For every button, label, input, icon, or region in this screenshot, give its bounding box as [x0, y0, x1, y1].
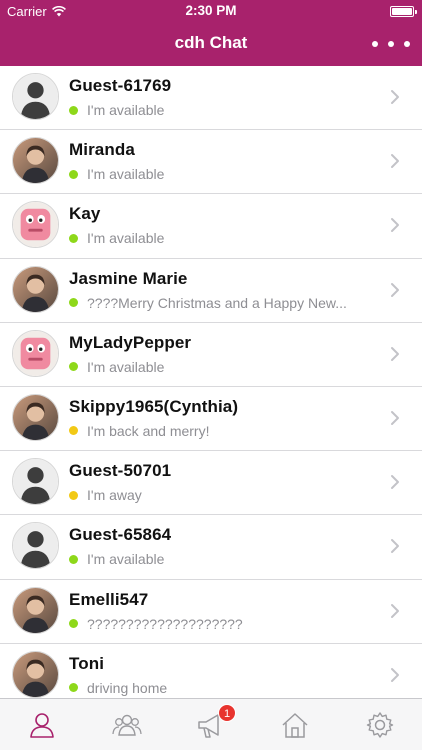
contact-row[interactable]: MyLadyPepper I'm available [0, 323, 422, 387]
avatar [12, 137, 59, 185]
clock: 2:30 PM [185, 3, 237, 18]
contact-list: Guest-61769 I'm available Miranda I'm avail… [0, 66, 422, 698]
avatar [12, 586, 59, 634]
contact-name: Kay [69, 204, 101, 224]
more-options-button[interactable] [370, 32, 412, 56]
ellipsis-icon [372, 41, 378, 47]
chevron-right-icon [391, 90, 399, 104]
contact-row[interactable]: Miranda I'm available [0, 130, 422, 195]
status-message: I'm available [87, 166, 165, 183]
presence-dot [69, 554, 78, 564]
status-message: driving home [87, 679, 168, 696]
contact-name: MyLadyPepper [69, 332, 192, 352]
home-icon [280, 710, 310, 740]
status-message: I'm available [87, 551, 165, 568]
contact-row[interactable]: Toni driving home [0, 644, 422, 698]
avatar [12, 458, 59, 506]
contact-status: I'm back and merry! [69, 423, 369, 439]
contact-status: I'm available [69, 230, 369, 246]
ellipsis-icon [404, 41, 410, 47]
page-title: cdh Chat [174, 33, 248, 52]
contact-name: Miranda [69, 140, 135, 160]
avatar [12, 522, 59, 570]
presence-dot [69, 298, 78, 308]
presence-dot [69, 683, 78, 693]
chevron-right-icon [391, 539, 399, 554]
contact-row[interactable]: Guest-50701 I'm away [0, 451, 422, 516]
contact-status: I'm available [69, 551, 369, 567]
battery-icon [390, 6, 417, 17]
ellipsis-icon [388, 41, 394, 47]
gear-icon [365, 710, 395, 740]
contact-name: Skippy1965(Cynthia) [69, 396, 239, 416]
chevron-right-icon [391, 667, 399, 682]
presence-dot [69, 233, 78, 243]
notification-badge: 1 [218, 704, 237, 722]
contact-row[interactable]: Skippy1965(Cynthia) I'm back and merry! [0, 387, 422, 452]
avatar [12, 393, 59, 441]
avatar [12, 201, 59, 249]
tab-contacts[interactable] [0, 699, 84, 750]
avatar [12, 265, 59, 313]
presence-dot [69, 362, 78, 372]
chevron-right-icon [391, 154, 399, 169]
contact-name: Toni [69, 653, 105, 673]
contact-status: I'm away [69, 487, 369, 503]
contact-status: I'm available [69, 102, 369, 118]
chevron-right-icon [391, 410, 399, 425]
contact-name: Emelli547 [69, 589, 149, 609]
status-message: I'm available [87, 102, 165, 118]
contact-status: ???????????????????? [69, 616, 369, 632]
chevron-right-icon [391, 475, 399, 490]
contact-name: Jasmine Marie [69, 268, 188, 288]
avatar [12, 73, 59, 120]
status-message: ???????????????????? [87, 615, 243, 632]
status-message: I'm available [87, 358, 165, 375]
contact-status: I'm available [69, 166, 369, 182]
group-icon [111, 710, 142, 740]
chevron-right-icon [391, 282, 399, 297]
chevron-right-icon [391, 346, 399, 361]
status-message: I'm back and merry! [87, 422, 210, 439]
presence-dot [69, 426, 78, 436]
tab-home[interactable] [253, 699, 337, 750]
contact-name: Guest-50701 [69, 461, 172, 481]
contact-row[interactable]: Jasmine Marie ????Merry Christmas and a H… [0, 259, 422, 323]
status-message: ????Merry Christmas and a Happy New... [87, 294, 347, 311]
contact-name: Guest-65864 [69, 525, 172, 545]
contact-status: ????Merry Christmas and a Happy New... [69, 295, 369, 311]
chevron-right-icon [391, 603, 399, 618]
contact-row[interactable]: Guest-61769 I'm available [0, 66, 422, 131]
tab-bar: 1 [0, 698, 422, 750]
status-message: I'm available [87, 230, 165, 247]
tab-settings[interactable] [338, 699, 422, 750]
contact-status: I'm available [69, 359, 369, 375]
presence-dot [69, 619, 78, 628]
contact-row[interactable]: Emelli547???????????????????? [0, 580, 422, 644]
status-bar: Carrier 2:30 PM [0, 0, 422, 22]
presence-dot [69, 105, 78, 115]
contact-row[interactable]: Guest-65864 I'm available [0, 515, 422, 580]
tab-groups[interactable] [84, 699, 168, 750]
chevron-right-icon [391, 218, 399, 233]
presence-dot [69, 490, 78, 500]
avatar [12, 329, 59, 377]
person-icon [27, 710, 57, 740]
nav-bar: cdh Chat [0, 22, 422, 66]
contact-row[interactable]: Kay I'm available [0, 194, 422, 259]
presence-dot [69, 169, 78, 179]
avatar [12, 650, 59, 698]
contact-name: Guest-61769 [69, 76, 172, 95]
contact-status: driving home [69, 680, 369, 696]
tab-announcements[interactable]: 1 [169, 699, 253, 750]
status-message: I'm away [87, 487, 142, 504]
